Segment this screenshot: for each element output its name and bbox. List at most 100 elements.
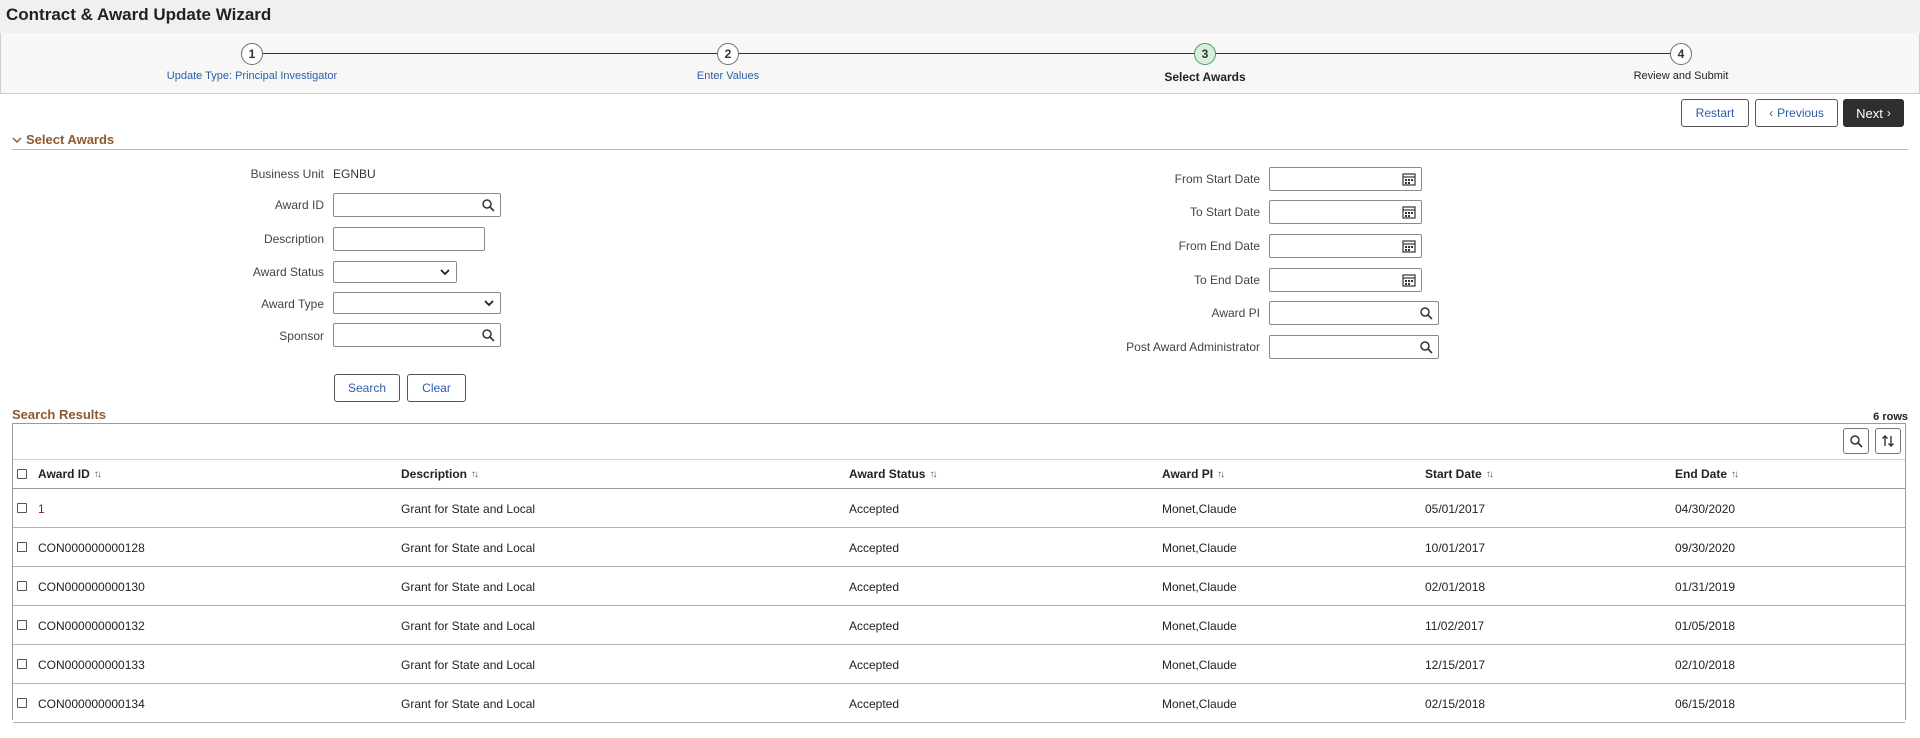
row-count: 6 rows	[1873, 411, 1908, 423]
status-cell: Accepted	[849, 502, 900, 516]
magnifier-icon[interactable]	[1419, 340, 1433, 354]
to-end-date-field[interactable]	[1269, 268, 1422, 292]
award-pi-label: Award PI	[1211, 306, 1260, 320]
step-2[interactable]: 2 Enter Values	[578, 43, 878, 82]
magnifier-icon[interactable]	[1419, 306, 1433, 320]
table-row[interactable]: CON000000000134 Grant for State and Loca…	[13, 684, 1905, 723]
step-1[interactable]: 1 Update Type: Principal Investigator	[102, 43, 402, 82]
row-checkbox[interactable]	[17, 581, 27, 591]
step-label[interactable]: Enter Values	[578, 70, 878, 82]
calendar-icon[interactable]	[1402, 205, 1416, 219]
table-row[interactable]: CON000000000133 Grant for State and Loca…	[13, 645, 1905, 684]
award-id-field[interactable]	[333, 193, 501, 217]
grid-sort-button[interactable]	[1875, 428, 1901, 454]
award-type-label: Award Type	[261, 297, 324, 311]
next-button[interactable]: Next ›	[1843, 99, 1904, 127]
end-date-cell: 06/15/2018	[1675, 697, 1736, 711]
chevron-down-icon	[440, 269, 450, 276]
wizard-steps: 1 Update Type: Principal Investigator 2 …	[0, 33, 1920, 94]
table-row[interactable]: CON000000000130 Grant for State and Loca…	[13, 567, 1905, 606]
table-row[interactable]: CON000000000128 Grant for State and Loca…	[13, 528, 1905, 567]
grid-toolbar	[13, 424, 1905, 460]
section-header-select-awards[interactable]: Select Awards	[12, 132, 114, 147]
section-title: Select Awards	[26, 132, 115, 147]
row-checkbox[interactable]	[17, 503, 27, 513]
description-cell: Grant for State and Local	[401, 619, 536, 633]
sponsor-field[interactable]	[333, 323, 501, 347]
award-id-cell: CON000000000128	[38, 541, 145, 555]
description-field[interactable]	[333, 227, 485, 251]
row-checkbox[interactable]	[17, 620, 27, 630]
award-id-cell: CON000000000130	[38, 580, 145, 594]
from-start-date-input[interactable]	[1270, 168, 1421, 190]
column-header-award-status[interactable]: Award Status ↑↓	[849, 467, 937, 481]
column-header-award-id[interactable]: Award ID ↑↓	[38, 467, 102, 481]
end-date-cell: 01/31/2019	[1675, 580, 1736, 594]
end-date-cell: 04/30/2020	[1675, 502, 1736, 516]
to-start-date-field[interactable]	[1269, 200, 1422, 224]
award-type-select[interactable]	[333, 292, 501, 314]
sort-arrows-icon: ↑↓	[471, 468, 479, 480]
column-header-description[interactable]: Description ↑↓	[401, 467, 479, 481]
post-award-admin-input[interactable]	[1270, 336, 1438, 358]
row-checkbox[interactable]	[17, 698, 27, 708]
magnifier-icon[interactable]	[481, 198, 495, 212]
restart-button[interactable]: Restart	[1681, 99, 1749, 127]
status-cell: Accepted	[849, 658, 900, 672]
column-header-end-date[interactable]: End Date ↑↓	[1675, 467, 1739, 481]
end-date-cell: 01/05/2018	[1675, 619, 1736, 633]
start-date-cell: 10/01/2017	[1425, 541, 1486, 555]
from-end-date-field[interactable]	[1269, 234, 1422, 258]
end-date-cell: 02/10/2018	[1675, 658, 1736, 672]
award-pi-cell: Monet,Claude	[1162, 502, 1237, 516]
from-end-date-input[interactable]	[1270, 235, 1421, 257]
award-pi-cell: Monet,Claude	[1162, 619, 1237, 633]
from-start-date-field[interactable]	[1269, 167, 1422, 191]
chevron-down-icon	[484, 300, 494, 307]
sort-arrows-icon: ↑↓	[1485, 468, 1494, 480]
from-end-date-label: From End Date	[1178, 239, 1260, 253]
end-date-cell: 09/30/2020	[1675, 541, 1736, 555]
sponsor-input[interactable]	[334, 324, 500, 346]
calendar-icon[interactable]	[1402, 172, 1416, 186]
description-cell: Grant for State and Local	[401, 541, 536, 555]
clear-button[interactable]: Clear	[407, 374, 466, 402]
chevron-left-icon: ‹	[1769, 106, 1774, 120]
column-title: Description	[401, 467, 468, 481]
description-input[interactable]	[334, 228, 484, 250]
award-id-link[interactable]: 1	[38, 502, 45, 516]
row-checkbox[interactable]	[17, 659, 27, 669]
magnifier-icon[interactable]	[481, 328, 495, 342]
sort-arrows-icon: ↑↓	[93, 468, 102, 480]
column-header-award-pi[interactable]: Award PI ↑↓	[1162, 467, 1225, 481]
to-start-date-input[interactable]	[1270, 201, 1421, 223]
search-label: Search	[347, 381, 387, 395]
status-cell: Accepted	[849, 541, 900, 555]
start-date-cell: 05/01/2017	[1425, 502, 1486, 516]
select-all-checkbox[interactable]	[17, 469, 27, 479]
column-title: Award Status	[849, 467, 926, 481]
step-label[interactable]: Update Type: Principal Investigator	[102, 70, 402, 82]
search-button[interactable]: Search	[334, 374, 400, 402]
calendar-icon[interactable]	[1402, 273, 1416, 287]
table-row[interactable]: 1 Grant for State and Local Accepted Mon…	[13, 489, 1905, 528]
award-pi-input[interactable]	[1270, 302, 1438, 324]
to-end-date-label: To End Date	[1193, 273, 1260, 287]
grid-search-button[interactable]	[1843, 428, 1869, 454]
sponsor-label: Sponsor	[279, 329, 324, 343]
post-award-admin-field[interactable]	[1269, 335, 1439, 359]
to-end-date-input[interactable]	[1270, 269, 1421, 291]
award-pi-field[interactable]	[1269, 301, 1439, 325]
award-id-input[interactable]	[334, 194, 500, 216]
previous-button[interactable]: ‹ Previous	[1755, 99, 1838, 127]
award-status-label: Award Status	[252, 265, 324, 279]
step-number: 4	[1670, 43, 1692, 65]
award-pi-cell: Monet,Claude	[1162, 697, 1237, 711]
step-number: 2	[717, 43, 739, 65]
award-status-select[interactable]	[333, 261, 457, 283]
column-header-start-date[interactable]: Start Date ↑↓	[1425, 467, 1494, 481]
row-checkbox[interactable]	[17, 542, 27, 552]
business-unit-label: Business Unit	[250, 167, 324, 181]
table-row[interactable]: CON000000000132 Grant for State and Loca…	[13, 606, 1905, 645]
calendar-icon[interactable]	[1402, 239, 1416, 253]
